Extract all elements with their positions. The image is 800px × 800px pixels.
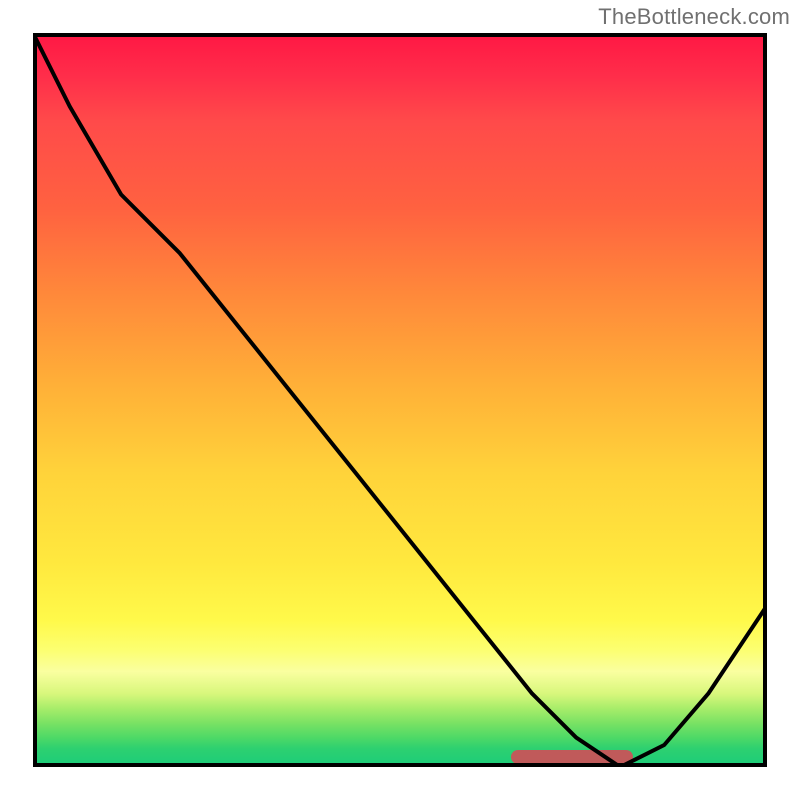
plot-area <box>33 33 767 767</box>
bottleneck-curve <box>33 33 767 767</box>
chart-container: TheBottleneck.com <box>0 0 800 800</box>
watermark-text: TheBottleneck.com <box>598 4 790 30</box>
